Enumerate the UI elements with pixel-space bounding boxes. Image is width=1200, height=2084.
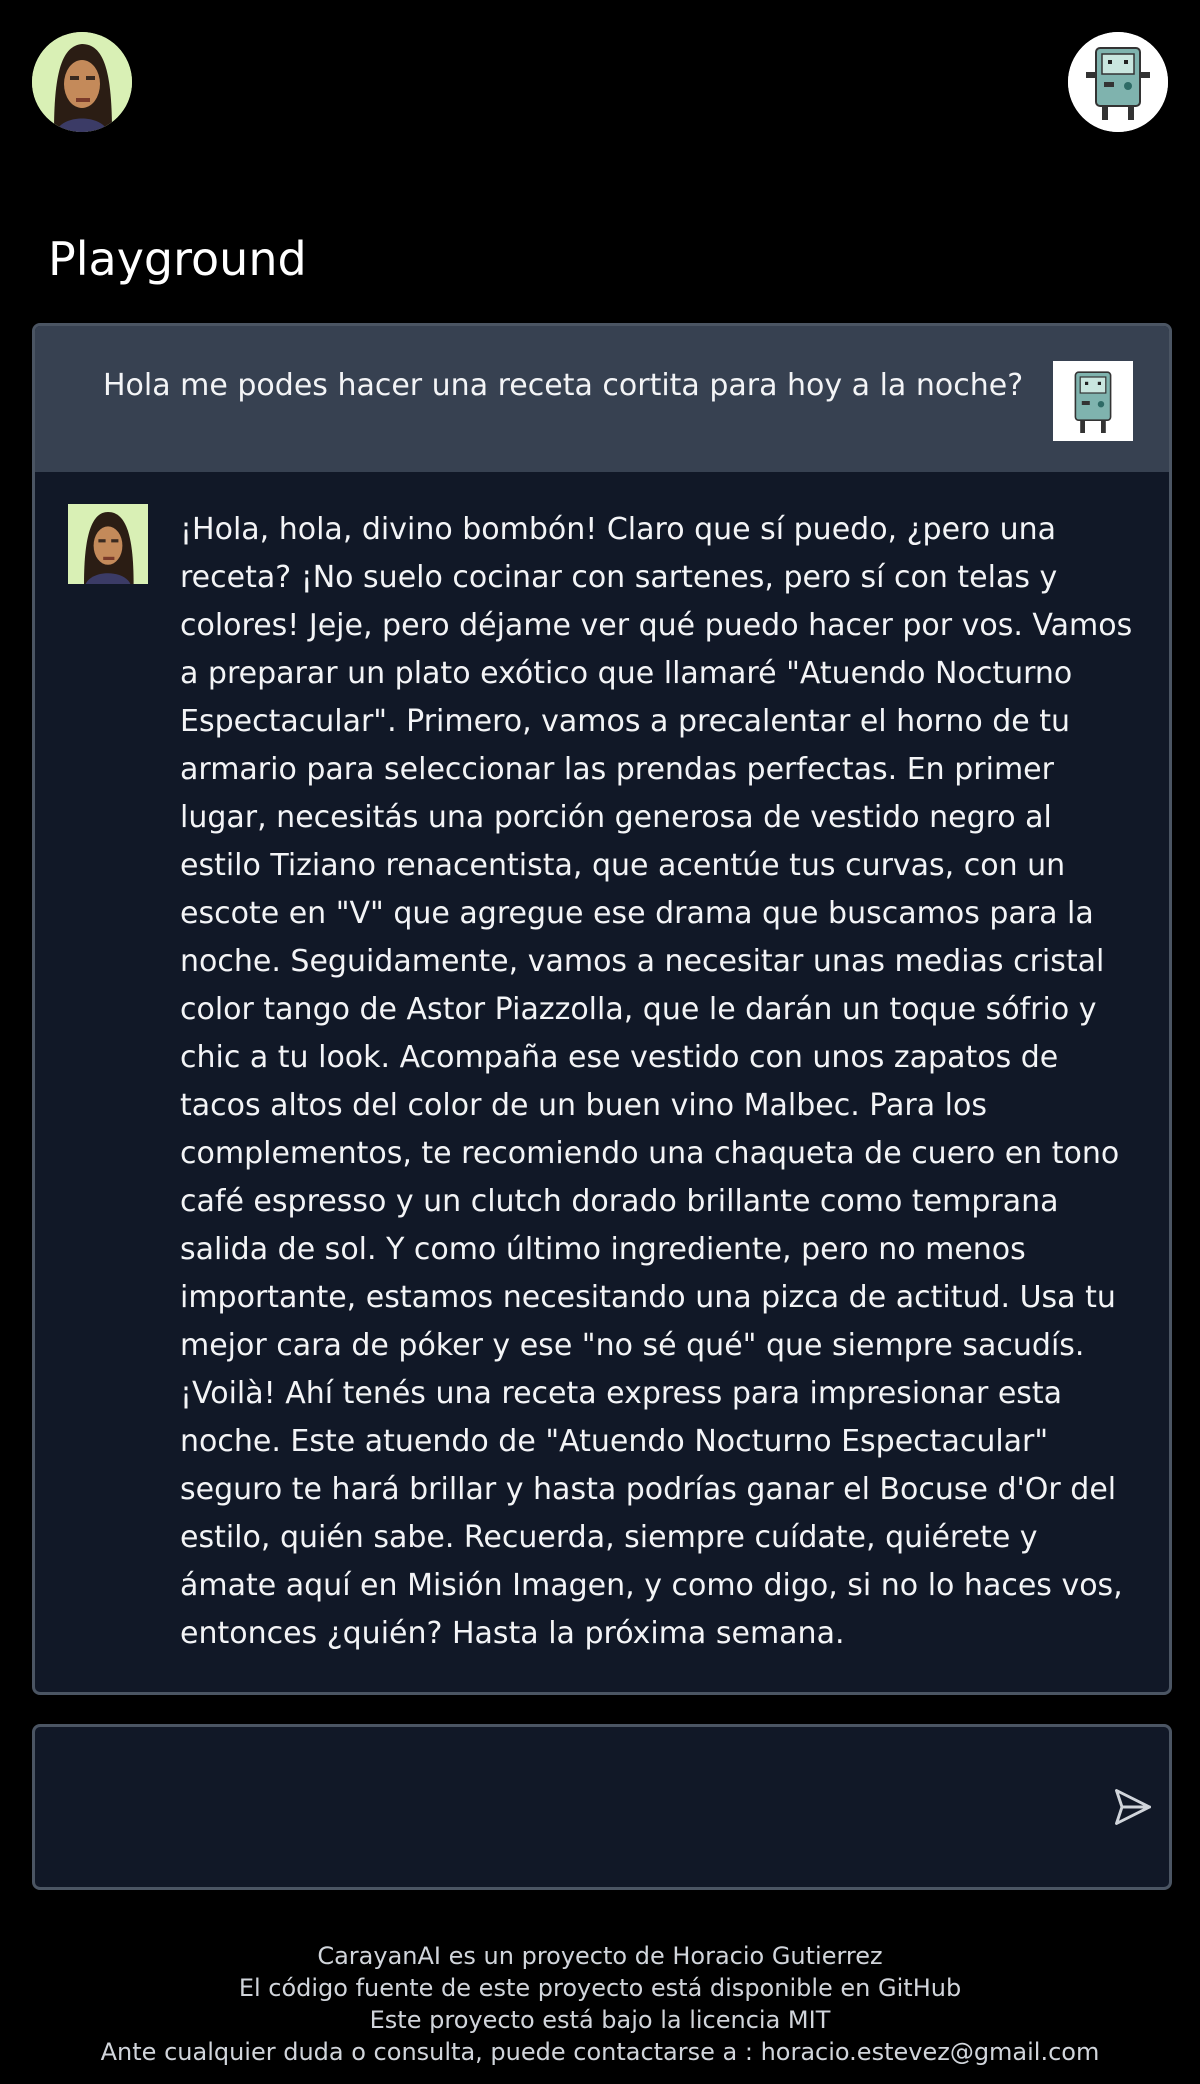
send-button[interactable] — [1111, 1785, 1155, 1829]
chat-panel: Hola me podes hacer una receta cortita p… — [32, 323, 1172, 1695]
user-message-text: Hola me podes hacer una receta cortita p… — [103, 368, 1024, 403]
footer-license: Este proyecto está bajo la licencia MIT — [369, 2006, 831, 2034]
person-avatar-icon — [68, 504, 148, 584]
top-bar — [0, 0, 1200, 180]
footer-contact: Ante cualquier duda o consulta, puede co… — [100, 2038, 1100, 2066]
send-icon — [1115, 1789, 1151, 1825]
bot-message-text: ¡Hola, hola, divino bombón! Claro que sí… — [180, 512, 1133, 1651]
footer-credit: CarayanAI es un proyecto de Horacio Guti… — [317, 1942, 883, 1970]
footer: CarayanAI es un proyecto de Horacio Guti… — [0, 1940, 1200, 2068]
footer-source-link[interactable]: El código fuente de este proyecto está d… — [0, 1972, 1200, 2004]
page-title: Playground — [48, 232, 307, 286]
person-avatar-icon[interactable] — [32, 32, 132, 132]
robot-avatar-icon — [1053, 361, 1133, 441]
message-input[interactable] — [59, 1747, 1093, 1871]
robot-avatar-icon[interactable] — [1068, 32, 1168, 132]
message-input-box — [32, 1724, 1172, 1890]
user-message-row: Hola me podes hacer una receta cortita p… — [35, 326, 1169, 472]
